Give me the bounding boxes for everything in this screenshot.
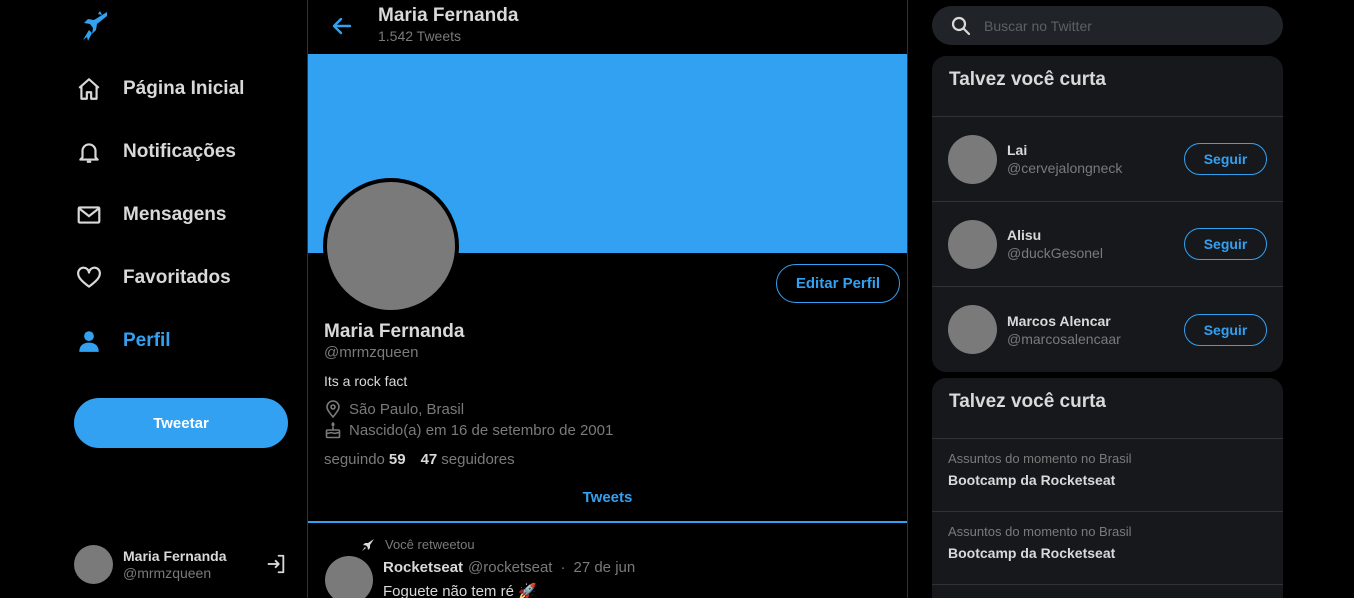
nav-item-notifications[interactable]: Notificações — [75, 132, 236, 172]
follow-suggestion[interactable]: Marcos Alencar @marcosalencaar Seguir — [932, 287, 1283, 372]
search-input[interactable] — [984, 17, 1264, 34]
following-count[interactable]: 59 — [389, 451, 406, 468]
suggestion-handle: @marcosalencaar — [1007, 330, 1121, 347]
following-label: seguindo — [324, 451, 385, 468]
followers-label: seguidores — [441, 451, 515, 468]
home-icon — [75, 75, 103, 103]
nav-item-messages[interactable]: Mensagens — [75, 195, 226, 235]
follow-button[interactable]: Seguir — [1184, 143, 1267, 175]
nav-label-profile: Perfil — [123, 330, 171, 351]
person-icon — [75, 327, 103, 355]
trend-category: Assuntos do momento no Brasil — [948, 451, 1132, 466]
separator-dot: · — [560, 559, 566, 576]
suggestion-handle: @duckGesonel — [1007, 245, 1103, 261]
trend-name: Bootcamp da Rocketseat — [948, 472, 1116, 488]
account-handle: @mrmzqueen — [123, 564, 212, 581]
suggestion-name: Alisu — [1007, 227, 1042, 243]
trend-category: Assuntos do momento no Brasil — [948, 524, 1132, 539]
avatar — [74, 544, 113, 584]
profile-column: Maria Fernanda 1.542 Tweets Editar Perfi… — [307, 0, 908, 598]
edit-profile-button[interactable]: Editar Perfil — [776, 264, 900, 303]
location-text: São Paulo, Brasil — [349, 400, 465, 418]
tweet-button[interactable]: Tweetar — [74, 398, 288, 448]
trend-item[interactable]: Assuntos do momento no Brasil Bootcamp d… — [932, 512, 1283, 585]
nav-item-favorites[interactable]: Favoritados — [75, 258, 231, 298]
rocket-bird-icon[interactable] — [80, 10, 110, 42]
search-icon — [950, 15, 972, 37]
bell-icon — [75, 138, 103, 166]
profile-location: São Paulo, Brasil — [324, 400, 464, 418]
follow-suggestion[interactable]: Alisu @duckGesonel Seguir — [932, 202, 1283, 287]
nav-item-home[interactable]: Página Inicial — [75, 69, 244, 109]
nav-item-profile[interactable]: Perfil — [75, 321, 171, 361]
suggestion-name: Lai — [1007, 142, 1028, 158]
account-name: Maria Fernanda — [123, 547, 227, 564]
nav-label-favorites: Favoritados — [123, 267, 231, 288]
follow-stats: seguindo 59 47 seguidores — [324, 451, 515, 468]
trend-item[interactable]: Assuntos do momento no Brasil Bootcamp d… — [932, 439, 1283, 512]
avatar — [948, 305, 997, 354]
tweet-count: 1.542 Tweets — [378, 28, 462, 44]
mail-icon — [75, 201, 103, 229]
tweet-avatar[interactable] — [325, 556, 373, 598]
location-pin-icon — [324, 400, 342, 418]
avatar — [948, 219, 997, 269]
card-title: Talvez você curta — [932, 56, 1283, 117]
profile-handle: @mrmzqueen — [324, 344, 419, 361]
retweet-label: Você retweetou — [385, 537, 475, 552]
nav-label-home: Página Inicial — [123, 78, 245, 99]
tab-tweets[interactable]: Tweets — [583, 489, 633, 506]
follow-button[interactable]: Seguir — [1184, 313, 1267, 346]
tweet-date[interactable]: 27 de jun — [573, 559, 635, 576]
card-title: Talvez você curta — [932, 378, 1283, 439]
profile-birthday: Nascido(a) em 16 de setembro de 2001 — [324, 421, 613, 439]
suggestion-handle: @cervejalongneck — [1007, 160, 1123, 176]
exit-icon[interactable] — [264, 552, 288, 576]
profile-bio: Its a rock fact — [324, 373, 408, 389]
trends-card: Talvez você curta Assuntos do momento no… — [932, 378, 1283, 598]
tweet-header: Rocketseat @rocketseat · 27 de jun — [383, 559, 635, 576]
profile-name: Maria Fernanda — [324, 321, 465, 342]
cake-icon — [324, 421, 342, 439]
avatar — [948, 134, 997, 184]
who-to-follow-card: Talvez você curta Lai @cervejalongneck S… — [932, 56, 1283, 372]
tweet-handle[interactable]: @rocketseat — [468, 559, 552, 576]
account-switcher[interactable]: Maria Fernanda @mrmzqueen — [74, 544, 288, 584]
follow-suggestion[interactable]: Lai @cervejalongneck Seguir — [932, 117, 1283, 202]
tweet-author[interactable]: Rocketseat — [383, 559, 463, 576]
back-arrow-icon[interactable] — [328, 12, 356, 40]
trend-name: Bootcamp da Rocketseat — [948, 545, 1116, 561]
retweet-indicator: Você retweetou — [361, 537, 475, 552]
page-title: Maria Fernanda — [378, 5, 519, 26]
profile-tabs: Tweets — [308, 478, 907, 523]
profile-header: Maria Fernanda 1.542 Tweets — [308, 0, 907, 54]
sidebar: Página Inicial Notificações Mensagens Fa… — [0, 0, 307, 598]
birthday-text: Nascido(a) em 16 de setembro de 2001 — [349, 421, 614, 439]
heart-icon — [75, 264, 103, 292]
profile-avatar[interactable] — [323, 178, 459, 314]
follow-button[interactable]: Seguir — [1184, 228, 1267, 260]
nav-label-notifications: Notificações — [123, 141, 236, 162]
followers-count[interactable]: 47 — [421, 451, 438, 468]
tweet-text: Foguete não tem ré 🚀 — [383, 583, 537, 598]
retweet-rocket-icon — [361, 538, 375, 552]
suggestion-name: Marcos Alencar — [1007, 312, 1111, 329]
nav-label-messages: Mensagens — [123, 204, 227, 225]
search-bar[interactable] — [932, 6, 1283, 45]
